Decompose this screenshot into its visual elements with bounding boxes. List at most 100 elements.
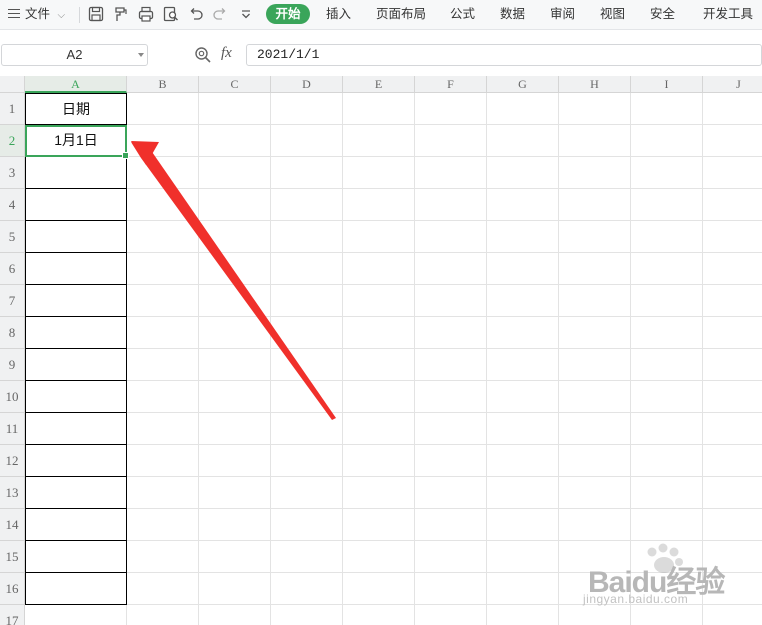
column-header-h[interactable]: H	[559, 76, 631, 93]
row-header-10[interactable]: 10	[0, 381, 25, 413]
column-header-a[interactable]: A	[25, 76, 127, 93]
cell-a16[interactable]	[25, 573, 127, 605]
redo-icon[interactable]	[211, 5, 229, 23]
cell-i14[interactable]	[631, 509, 703, 541]
cell-i11[interactable]	[631, 413, 703, 445]
cell-e13[interactable]	[343, 477, 415, 509]
cell-i9[interactable]	[631, 349, 703, 381]
cell-a9[interactable]	[25, 349, 127, 381]
row-header-2[interactable]: 2	[0, 125, 25, 157]
tab-view[interactable]: 视图	[600, 0, 625, 30]
column-header-f[interactable]: F	[415, 76, 487, 93]
row-header-3[interactable]: 3	[0, 157, 25, 189]
cell-e12[interactable]	[343, 445, 415, 477]
cell-a3[interactable]	[25, 157, 127, 189]
cell-a7[interactable]	[25, 285, 127, 317]
column-header-g[interactable]: G	[487, 76, 559, 93]
cell-b1[interactable]	[127, 93, 199, 125]
cell-d13[interactable]	[271, 477, 343, 509]
name-box[interactable]: A2	[1, 44, 148, 66]
cell-e15[interactable]	[343, 541, 415, 573]
cell-j8[interactable]	[703, 317, 762, 349]
print-preview-icon[interactable]	[162, 5, 180, 23]
cell-g8[interactable]	[487, 317, 559, 349]
cell-h3[interactable]	[559, 157, 631, 189]
cell-b8[interactable]	[127, 317, 199, 349]
cell-g14[interactable]	[487, 509, 559, 541]
cell-f15[interactable]	[415, 541, 487, 573]
cell-e1[interactable]	[343, 93, 415, 125]
cell-b17[interactable]	[127, 605, 199, 625]
tab-formulas[interactable]: 公式	[450, 0, 475, 30]
column-header-j[interactable]: J	[703, 76, 762, 93]
cell-d3[interactable]	[271, 157, 343, 189]
cell-c11[interactable]	[199, 413, 271, 445]
column-header-d[interactable]: D	[271, 76, 343, 93]
cell-d11[interactable]	[271, 413, 343, 445]
cell-a12[interactable]	[25, 445, 127, 477]
cell-b15[interactable]	[127, 541, 199, 573]
cell-b7[interactable]	[127, 285, 199, 317]
format-painter-icon[interactable]	[112, 5, 130, 23]
cell-a13[interactable]	[25, 477, 127, 509]
select-all-corner[interactable]	[0, 76, 25, 93]
cell-j10[interactable]	[703, 381, 762, 413]
tab-page-layout[interactable]: 页面布局	[376, 0, 426, 30]
cell-i12[interactable]	[631, 445, 703, 477]
cell-i13[interactable]	[631, 477, 703, 509]
cell-g16[interactable]	[487, 573, 559, 605]
cell-g2[interactable]	[487, 125, 559, 157]
cell-e17[interactable]	[343, 605, 415, 625]
cell-a8[interactable]	[25, 317, 127, 349]
cell-h5[interactable]	[559, 221, 631, 253]
cell-g15[interactable]	[487, 541, 559, 573]
cell-d15[interactable]	[271, 541, 343, 573]
tab-review[interactable]: 审阅	[550, 0, 575, 30]
row-header-16[interactable]: 16	[0, 573, 25, 605]
cell-e6[interactable]	[343, 253, 415, 285]
cell-j9[interactable]	[703, 349, 762, 381]
cell-c17[interactable]	[199, 605, 271, 625]
cell-j3[interactable]	[703, 157, 762, 189]
cell-f16[interactable]	[415, 573, 487, 605]
column-header-e[interactable]: E	[343, 76, 415, 93]
fill-handle[interactable]	[122, 152, 129, 159]
name-box-dropdown-icon[interactable]	[138, 53, 144, 57]
tab-home[interactable]: 开始	[266, 4, 310, 24]
cell-i10[interactable]	[631, 381, 703, 413]
cell-c13[interactable]	[199, 477, 271, 509]
cell-c1[interactable]	[199, 93, 271, 125]
cell-i8[interactable]	[631, 317, 703, 349]
cell-h2[interactable]	[559, 125, 631, 157]
cell-i1[interactable]	[631, 93, 703, 125]
cell-f9[interactable]	[415, 349, 487, 381]
cell-f1[interactable]	[415, 93, 487, 125]
cell-g12[interactable]	[487, 445, 559, 477]
cell-b14[interactable]	[127, 509, 199, 541]
row-header-17[interactable]: 17	[0, 605, 25, 625]
cell-h8[interactable]	[559, 317, 631, 349]
row-header-5[interactable]: 5	[0, 221, 25, 253]
cell-c16[interactable]	[199, 573, 271, 605]
cell-i3[interactable]	[631, 157, 703, 189]
cell-j1[interactable]	[703, 93, 762, 125]
row-header-13[interactable]: 13	[0, 477, 25, 509]
save-icon[interactable]	[87, 5, 105, 23]
cell-f10[interactable]	[415, 381, 487, 413]
cell-g3[interactable]	[487, 157, 559, 189]
cell-h10[interactable]	[559, 381, 631, 413]
cell-b13[interactable]	[127, 477, 199, 509]
cell-e14[interactable]	[343, 509, 415, 541]
cell-c7[interactable]	[199, 285, 271, 317]
cell-h4[interactable]	[559, 189, 631, 221]
cell-i5[interactable]	[631, 221, 703, 253]
cell-i6[interactable]	[631, 253, 703, 285]
row-header-11[interactable]: 11	[0, 413, 25, 445]
cell-g5[interactable]	[487, 221, 559, 253]
cell-d17[interactable]	[271, 605, 343, 625]
tab-developer[interactable]: 开发工具	[703, 0, 753, 30]
cell-g7[interactable]	[487, 285, 559, 317]
cell-b12[interactable]	[127, 445, 199, 477]
cell-j7[interactable]	[703, 285, 762, 317]
tab-security[interactable]: 安全	[650, 0, 675, 30]
